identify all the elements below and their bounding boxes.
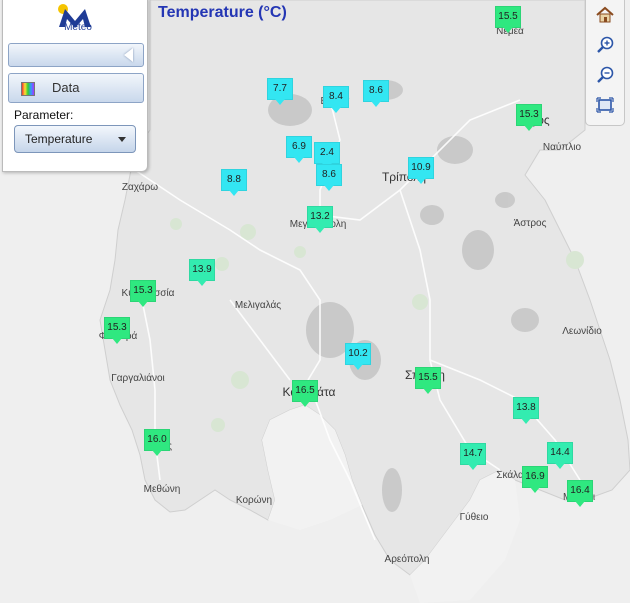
place-label: Σκάλα (496, 470, 524, 481)
map-title: Temperature (°C) (158, 4, 287, 21)
station-marker[interactable]: 8.6 (316, 164, 342, 191)
zoom-extent-button[interactable] (592, 93, 618, 117)
station-marker[interactable]: 15.3 (130, 280, 156, 307)
place-label: Λεωνίδιο (562, 326, 602, 337)
place-label: Μελιγαλάς (234, 300, 282, 311)
place-label: Μεθώνη (143, 484, 181, 495)
station-marker[interactable]: 10.2 (345, 343, 371, 370)
station-marker[interactable]: 14.7 (460, 443, 486, 470)
station-marker[interactable]: 8.4 (323, 86, 349, 113)
place-label: Ναύπλιο (542, 142, 582, 153)
station-marker[interactable]: 13.2 (307, 206, 333, 233)
data-button-label: Data (52, 80, 80, 95)
station-marker[interactable]: 6.9 (286, 136, 312, 163)
map-toolbar (585, 0, 625, 126)
station-marker[interactable]: 14.4 (547, 442, 573, 469)
logo-text: Meteo (64, 22, 92, 33)
place-label: Αρεόπολη (384, 554, 430, 565)
color-scale-icon (21, 82, 35, 96)
back-arrow-icon (124, 48, 133, 62)
station-marker[interactable]: 16.5 (292, 380, 318, 407)
chevron-down-icon (118, 137, 126, 142)
parameter-selected-value: Temperature (25, 132, 93, 146)
place-label: Γαργαλιάνοι (111, 373, 165, 384)
home-icon (596, 6, 614, 23)
station-marker[interactable]: 16.4 (567, 480, 593, 507)
data-button[interactable]: Data (8, 73, 144, 103)
station-marker[interactable]: 2.4 (314, 142, 340, 169)
control-panel: Meteo Data Parameter: Temperature (2, 0, 148, 172)
parameter-label: Parameter: (14, 108, 74, 122)
station-marker[interactable]: 15.5 (415, 367, 441, 394)
station-marker[interactable]: 13.8 (513, 397, 539, 424)
station-marker[interactable]: 7.7 (267, 78, 293, 105)
place-label: Κορώνη (235, 495, 273, 506)
station-marker[interactable]: 10.9 (408, 157, 434, 184)
zoom-in-button[interactable] (592, 33, 618, 57)
zoom-out-icon (597, 66, 614, 83)
place-label: Άστρος (513, 218, 547, 229)
zoom-extent-icon (596, 97, 614, 113)
station-marker[interactable]: 16.9 (522, 466, 548, 493)
station-marker[interactable]: 15.5 (495, 6, 521, 33)
station-marker[interactable]: 13.9 (189, 259, 215, 286)
home-button[interactable] (592, 3, 618, 27)
station-marker[interactable]: 15.3 (516, 104, 542, 131)
station-marker[interactable]: 8.8 (221, 169, 247, 196)
place-label: Ζαχάρω (121, 182, 159, 193)
collapse-panel-button[interactable] (8, 43, 144, 67)
zoom-out-button[interactable] (592, 63, 618, 87)
station-marker[interactable]: 16.0 (144, 429, 170, 456)
station-marker[interactable]: 8.6 (363, 80, 389, 107)
zoom-in-icon (597, 36, 614, 53)
parameter-select[interactable]: Temperature (14, 125, 136, 153)
station-marker[interactable]: 15.3 (104, 317, 130, 344)
place-label: Γύθειο (459, 512, 489, 523)
